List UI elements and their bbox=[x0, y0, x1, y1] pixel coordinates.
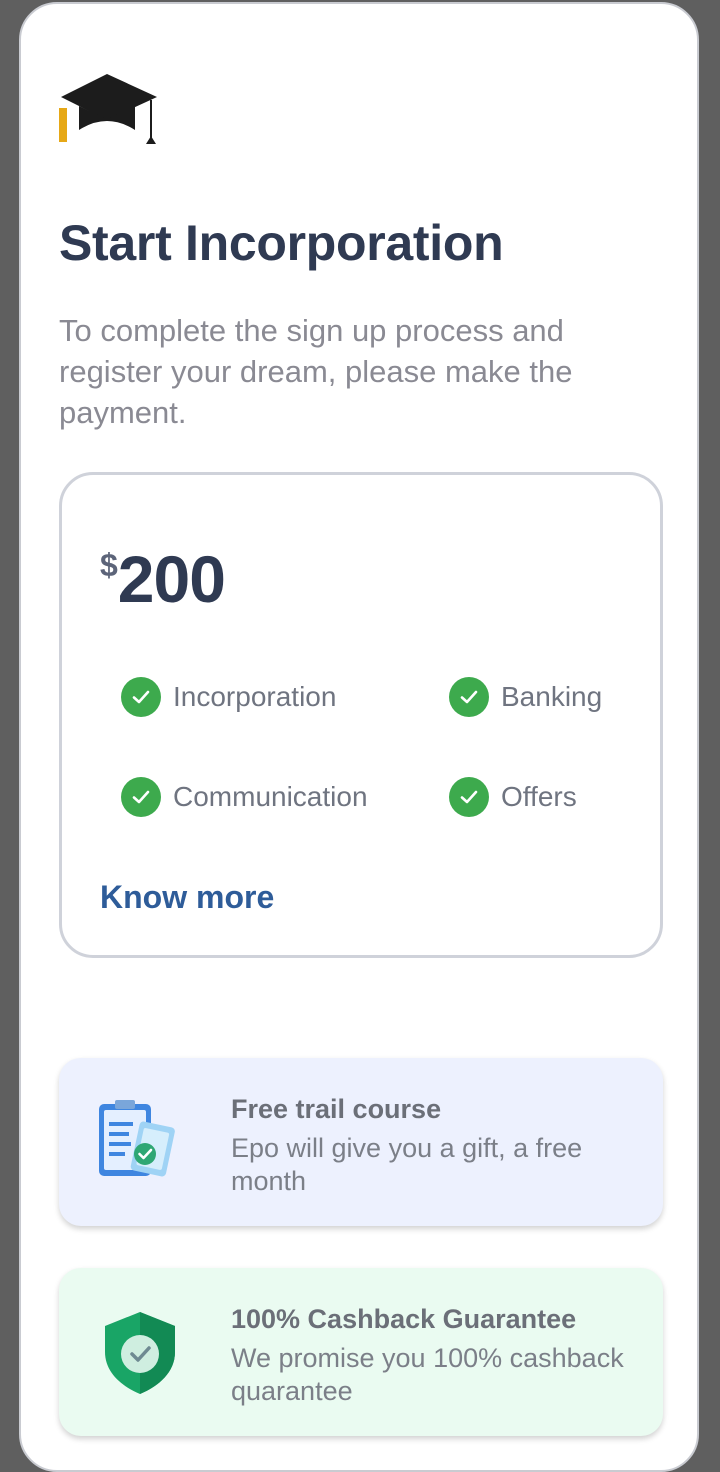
free-trial-card[interactable]: Free trail course Epo will give you a gi… bbox=[59, 1058, 663, 1226]
feature-label: Offers bbox=[501, 781, 577, 812]
promo-description: Epo will give you a gift, a free month bbox=[231, 1133, 583, 1196]
know-more-link[interactable]: Know more bbox=[100, 879, 274, 916]
page-title: Start Incorporation bbox=[59, 215, 504, 271]
feature-item: Offers bbox=[449, 777, 577, 817]
cashback-card[interactable]: 100% Cashback Guarantee We promise you 1… bbox=[59, 1268, 663, 1436]
feature-item: Banking bbox=[449, 677, 602, 717]
clipboard-check-icon bbox=[99, 1100, 175, 1177]
check-circle-icon bbox=[121, 777, 161, 817]
feature-item: Incorporation bbox=[121, 677, 336, 717]
promo-title: Free trail course bbox=[231, 1094, 442, 1124]
app-screen: Start Incorporation To complete the sign… bbox=[19, 2, 699, 1472]
feature-label: Communication bbox=[173, 781, 368, 812]
page-subtitle: To complete the sign up process and regi… bbox=[59, 313, 573, 430]
graduation-cap-icon bbox=[59, 74, 157, 144]
price: $200 bbox=[100, 541, 226, 617]
promo-description: We promise you 100% cashback quarantee bbox=[231, 1343, 624, 1406]
pricing-card: $200 Incorporation Banking Communication… bbox=[59, 472, 663, 958]
price-currency: $ bbox=[100, 547, 118, 583]
price-amount: 200 bbox=[117, 542, 226, 616]
shield-check-icon bbox=[105, 1312, 175, 1394]
check-circle-icon bbox=[121, 677, 161, 717]
feature-label: Incorporation bbox=[173, 681, 337, 712]
feature-label: Banking bbox=[501, 681, 603, 712]
check-circle-icon bbox=[449, 777, 489, 817]
promo-title: 100% Cashback Guarantee bbox=[231, 1304, 577, 1334]
check-circle-icon bbox=[449, 677, 489, 717]
feature-item: Communication bbox=[121, 777, 368, 817]
